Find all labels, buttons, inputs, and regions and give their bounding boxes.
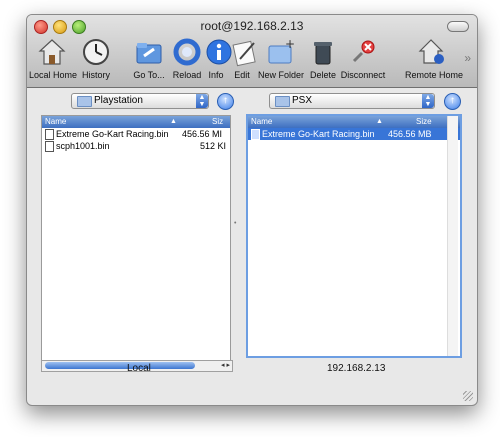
- clock-icon: [83, 39, 109, 65]
- svg-text:+: +: [285, 37, 295, 51]
- remote-parent-folder-button[interactable]: ↑: [444, 93, 461, 110]
- new-folder-button[interactable]: + New Folder: [258, 37, 304, 80]
- resize-grip-icon[interactable]: [463, 391, 473, 401]
- remote-path-popup[interactable]: PSX ▲ ▼: [269, 93, 435, 109]
- remote-status-label: 192.168.2.13: [327, 363, 386, 374]
- sort-ascending-icon: ▲: [170, 118, 177, 125]
- split-handle-icon[interactable]: •: [234, 220, 240, 227]
- name-column-header[interactable]: Name: [251, 116, 272, 128]
- popup-stepper-icon: ▲ ▼: [422, 94, 434, 108]
- folder-goto-icon: [136, 43, 162, 64]
- history-button[interactable]: History: [79, 37, 113, 80]
- popup-stepper-icon: ▲ ▼: [196, 94, 208, 108]
- list-item[interactable]: scph1001.bin 512 KI: [42, 140, 230, 152]
- local-file-list[interactable]: Name ▲ Siz Extreme Go-Kart Racing.bin 45…: [41, 115, 231, 361]
- size-column-header[interactable]: Size: [416, 116, 432, 128]
- info-button[interactable]: Info: [204, 37, 232, 80]
- reload-button[interactable]: Reload: [170, 37, 204, 80]
- up-arrow-icon: ↑: [450, 95, 455, 106]
- toolbar-overflow-icon[interactable]: »: [464, 51, 471, 65]
- titlebar: root@192.168.2.13 Local Home History Go …: [27, 15, 477, 88]
- new-folder-icon: +: [268, 37, 295, 64]
- folder-icon: [77, 96, 92, 107]
- window-title: root@192.168.2.13: [200, 19, 304, 33]
- edit-button[interactable]: Edit: [230, 37, 256, 80]
- list-item[interactable]: Extreme Go-Kart Racing.bin 456.56 MI: [42, 128, 230, 140]
- reload-icon: [173, 38, 201, 66]
- list-item[interactable]: Extreme Go-Kart Racing.bin 456.56 MB: [248, 128, 460, 140]
- toolbar-toggle-button[interactable]: [447, 21, 469, 32]
- remote-home-icon: [418, 39, 444, 64]
- scroll-thumb[interactable]: [45, 362, 195, 369]
- scroll-arrows-icon[interactable]: ◂ ▸: [221, 361, 230, 369]
- remote-column-header[interactable]: Name ▲ Size: [248, 116, 460, 128]
- sftp-window: root@192.168.2.13 Local Home History Go …: [26, 14, 478, 406]
- up-arrow-icon: ↑: [223, 95, 228, 106]
- local-home-button[interactable]: Local Home: [29, 37, 77, 80]
- file-icon: [251, 129, 260, 140]
- size-column-header[interactable]: Siz: [212, 116, 223, 128]
- trash-icon: [314, 42, 332, 65]
- go-to-button[interactable]: Go To...: [128, 37, 170, 80]
- file-icon: [45, 141, 54, 152]
- file-icon: [45, 129, 54, 140]
- folder-icon: [275, 96, 290, 107]
- local-parent-folder-button[interactable]: ↑: [217, 93, 234, 110]
- name-column-header[interactable]: Name: [45, 116, 66, 128]
- remote-home-button[interactable]: Remote Home: [405, 37, 463, 80]
- remote-file-list[interactable]: Name ▲ Size Extreme Go-Kart Racing.bin 4…: [246, 114, 462, 358]
- disconnect-icon: [352, 40, 375, 63]
- remote-vertical-scrollbar[interactable]: [447, 116, 458, 356]
- disconnect-button[interactable]: Disconnect: [338, 37, 388, 80]
- house-icon: [38, 39, 66, 65]
- local-status-label: Local: [127, 363, 151, 374]
- local-path-popup[interactable]: Playstation ▲ ▼: [71, 93, 209, 109]
- delete-button[interactable]: Delete: [306, 37, 340, 80]
- edit-icon: [232, 40, 256, 67]
- local-column-header[interactable]: Name ▲ Siz: [42, 116, 230, 128]
- sort-ascending-icon: ▲: [376, 118, 383, 125]
